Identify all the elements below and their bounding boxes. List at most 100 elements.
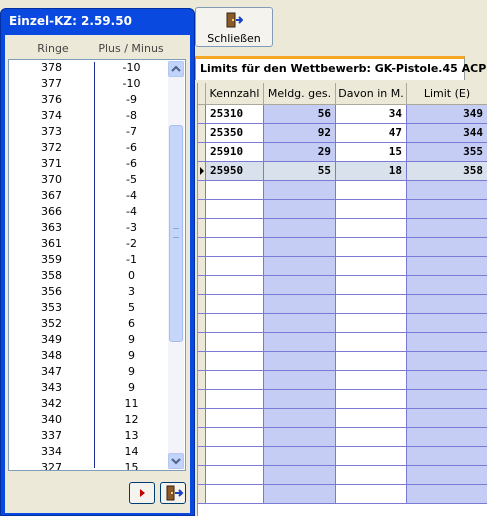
list-item[interactable]: 367 -4	[9, 189, 169, 205]
dialog-title[interactable]: Einzel-KZ: 2.59.50	[9, 14, 132, 28]
row-indicator[interactable]	[198, 162, 206, 181]
list-item[interactable]: 348 9	[9, 349, 169, 365]
empty-table-row[interactable]	[198, 352, 487, 371]
row-indicator[interactable]	[198, 428, 206, 447]
empty-table-row[interactable]	[198, 200, 487, 219]
empty-table-row[interactable]	[198, 238, 487, 257]
empty-table-row[interactable]	[198, 466, 487, 485]
cell-meldg[interactable]	[264, 428, 336, 447]
row-indicator[interactable]	[198, 105, 206, 124]
list-item[interactable]: 358 0	[9, 269, 169, 285]
cell-limit[interactable]	[407, 276, 487, 295]
row-indicator[interactable]	[198, 276, 206, 295]
cell-kennzahl[interactable]: 25950	[206, 162, 264, 181]
list-item[interactable]: 372 -6	[9, 141, 169, 157]
cell-davon[interactable]	[336, 466, 407, 485]
cell-meldg[interactable]: 56	[264, 105, 336, 124]
row-indicator[interactable]	[198, 352, 206, 371]
row-indicator[interactable]	[198, 409, 206, 428]
cell-meldg[interactable]	[264, 238, 336, 257]
cell-limit[interactable]	[407, 352, 487, 371]
column-header-limit[interactable]: Limit (E)	[407, 83, 487, 105]
cell-limit[interactable]	[407, 257, 487, 276]
row-indicator[interactable]	[198, 295, 206, 314]
cell-kennzahl[interactable]	[206, 333, 264, 352]
cell-limit[interactable]	[407, 200, 487, 219]
list-item[interactable]: 342 11	[9, 397, 169, 413]
cell-davon[interactable]: 47	[336, 124, 407, 143]
list-item[interactable]: 359 -1	[9, 253, 169, 269]
row-indicator[interactable]	[198, 485, 206, 504]
cell-meldg[interactable]	[264, 333, 336, 352]
list-item[interactable]: 337 13	[9, 429, 169, 445]
scroll-up-button[interactable]	[168, 61, 184, 77]
cell-limit[interactable]: 355	[407, 143, 487, 162]
empty-table-row[interactable]	[198, 428, 487, 447]
row-indicator[interactable]	[198, 200, 206, 219]
cell-meldg[interactable]	[264, 200, 336, 219]
cell-davon[interactable]: 15	[336, 143, 407, 162]
list-item[interactable]: 327 15	[9, 461, 169, 470]
column-header-meldg[interactable]: Meldg. ges.	[264, 83, 336, 105]
scroll-down-button[interactable]	[168, 453, 184, 469]
cell-limit[interactable]	[407, 219, 487, 238]
cell-meldg[interactable]	[264, 447, 336, 466]
row-indicator[interactable]	[198, 143, 206, 162]
cell-davon[interactable]	[336, 238, 407, 257]
cell-kennzahl[interactable]	[206, 447, 264, 466]
cell-davon[interactable]	[336, 485, 407, 504]
empty-table-row[interactable]	[198, 295, 487, 314]
cell-davon[interactable]	[336, 390, 407, 409]
cell-davon[interactable]	[336, 447, 407, 466]
scroll-thumb[interactable]	[169, 125, 183, 342]
cell-davon[interactable]	[336, 371, 407, 390]
cell-davon[interactable]	[336, 333, 407, 352]
vertical-scrollbar[interactable]	[168, 61, 184, 469]
list-item[interactable]: 340 12	[9, 413, 169, 429]
empty-table-row[interactable]	[198, 371, 487, 390]
row-indicator[interactable]	[198, 333, 206, 352]
cell-limit[interactable]	[407, 181, 487, 200]
tab-limits[interactable]: Limits für den Wettbewerb: GK-Pistole.45…	[195, 56, 486, 80]
cell-meldg[interactable]	[264, 314, 336, 333]
row-indicator[interactable]	[198, 181, 206, 200]
cell-meldg[interactable]	[264, 181, 336, 200]
empty-table-row[interactable]	[198, 409, 487, 428]
cell-davon[interactable]	[336, 219, 407, 238]
cell-limit[interactable]	[407, 485, 487, 504]
table-row[interactable]: 25350 92 47 344	[198, 124, 487, 143]
list-item[interactable]: 353 5	[9, 301, 169, 317]
empty-table-row[interactable]	[198, 447, 487, 466]
play-button[interactable]	[129, 482, 155, 504]
cell-limit[interactable]: 344	[407, 124, 487, 143]
cell-limit[interactable]	[407, 390, 487, 409]
empty-table-row[interactable]	[198, 276, 487, 295]
row-indicator[interactable]	[198, 314, 206, 333]
list-item[interactable]: 373 -7	[9, 125, 169, 141]
cell-meldg[interactable]	[264, 466, 336, 485]
cell-kennzahl[interactable]	[206, 257, 264, 276]
exit-button[interactable]	[160, 482, 186, 504]
empty-table-row[interactable]	[198, 257, 487, 276]
close-button[interactable]: Schließen	[195, 7, 273, 47]
table-row[interactable]: 25310 56 34 349	[198, 105, 487, 124]
cell-kennzahl[interactable]	[206, 238, 264, 257]
list-item[interactable]: 363 -3	[9, 221, 169, 237]
cell-meldg[interactable]	[264, 371, 336, 390]
cell-meldg[interactable]	[264, 295, 336, 314]
cell-meldg[interactable]	[264, 409, 336, 428]
cell-limit[interactable]	[407, 447, 487, 466]
cell-limit[interactable]: 349	[407, 105, 487, 124]
cell-limit[interactable]	[407, 409, 487, 428]
cell-davon[interactable]	[336, 314, 407, 333]
cell-meldg[interactable]	[264, 276, 336, 295]
row-indicator[interactable]	[198, 219, 206, 238]
table-row[interactable]: 25950 55 18 358	[198, 162, 487, 181]
list-item[interactable]: 349 9	[9, 333, 169, 349]
cell-meldg[interactable]	[264, 485, 336, 504]
list-item[interactable]: 378 -10	[9, 61, 169, 77]
row-indicator[interactable]	[198, 447, 206, 466]
cell-davon[interactable]	[336, 200, 407, 219]
cell-kennzahl[interactable]	[206, 390, 264, 409]
list-item[interactable]: 376 -9	[9, 93, 169, 109]
